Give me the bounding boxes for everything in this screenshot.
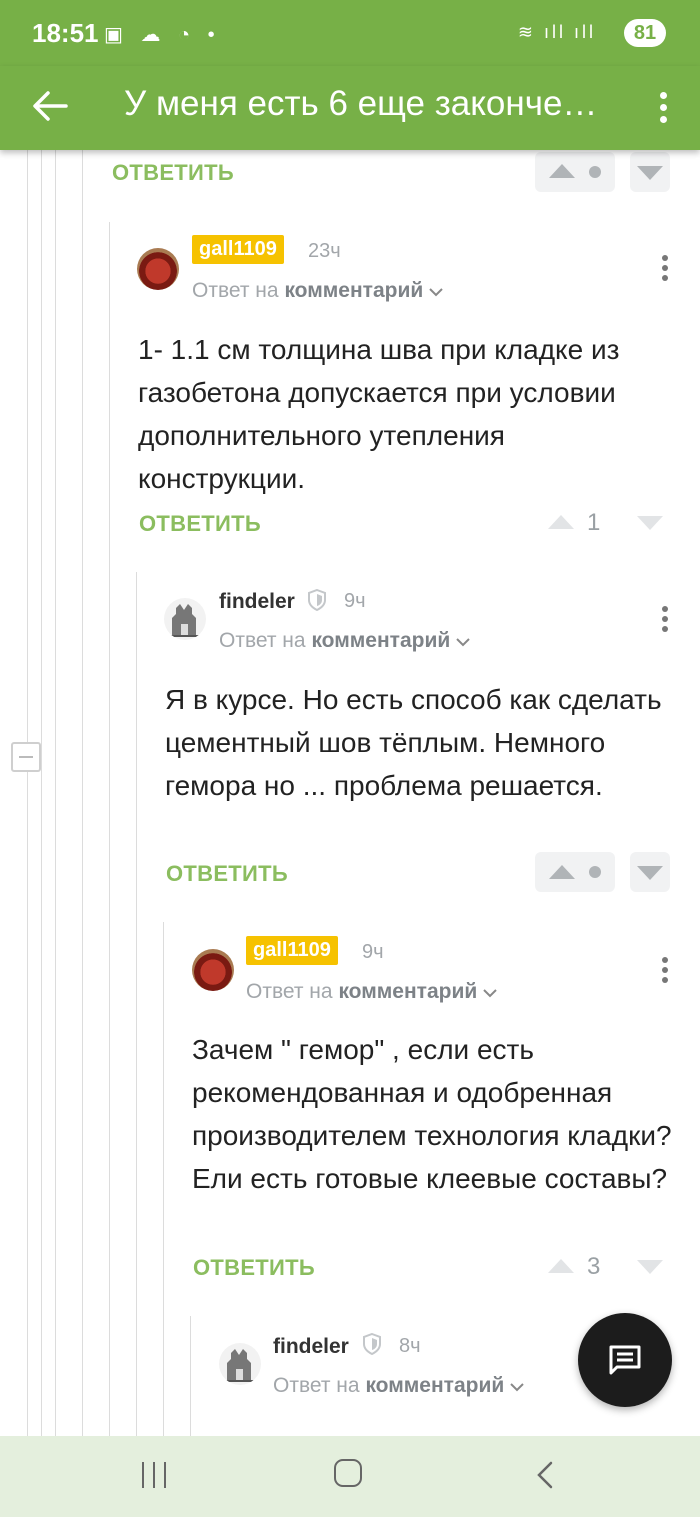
chevron-down-icon <box>456 638 470 647</box>
battery-badge: 81 <box>624 19 666 47</box>
comment-text: Я в курсе. Но есть способ как сделать це… <box>165 684 662 801</box>
rating-count: 1 <box>587 509 601 536</box>
back-nav-icon[interactable] <box>534 1460 556 1490</box>
reply-button[interactable]: ОТВЕТИТЬ <box>112 160 234 186</box>
home-button[interactable] <box>334 1459 362 1487</box>
chevron-down-icon <box>510 1383 524 1392</box>
reply-prefix: Ответ на <box>273 1374 360 1397</box>
triangle-down-icon[interactable] <box>637 866 663 880</box>
reply-to-label[interactable]: Ответ на комментарий <box>273 1374 524 1398</box>
app-bar: У меня есть 6 еще законче… <box>0 66 700 150</box>
triangle-up-icon[interactable] <box>549 164 575 178</box>
avatar[interactable] <box>137 248 179 290</box>
castle-avatar-icon <box>168 604 202 637</box>
thread-line <box>27 150 28 1436</box>
comment-time: 23ч <box>308 240 341 262</box>
reply-to-label[interactable]: Ответ на комментарий <box>219 629 470 653</box>
recent-apps-icon <box>142 1462 144 1488</box>
thread-line <box>41 150 42 1436</box>
back-button[interactable] <box>30 84 70 128</box>
collapse-thread-button[interactable] <box>11 742 41 772</box>
chat-icon <box>609 1345 641 1375</box>
triangle-up-icon[interactable] <box>549 865 575 879</box>
more-vert-icon <box>662 255 668 261</box>
shield-icon <box>308 589 326 611</box>
comment-fab-button[interactable] <box>578 1313 672 1407</box>
more-vert-icon <box>660 92 667 99</box>
more-menu-button[interactable] <box>648 86 678 130</box>
comment-time: 8ч <box>399 1335 421 1357</box>
reply-target: комментарий <box>365 1374 505 1397</box>
castle-avatar-icon <box>223 1349 257 1382</box>
vote-pill <box>535 152 615 192</box>
more-vert-icon <box>662 606 668 612</box>
comment-time: 9ч <box>362 941 384 963</box>
reply-button[interactable]: ОТВЕТИТЬ <box>166 861 288 887</box>
reply-prefix: Ответ на <box>219 629 306 652</box>
comment-menu-button[interactable] <box>655 252 675 282</box>
thread-line <box>190 1316 191 1436</box>
avatar[interactable] <box>219 1343 261 1385</box>
comment-menu-button[interactable] <box>655 954 675 984</box>
vote-dot <box>589 866 601 878</box>
thread-line <box>136 572 137 1436</box>
username[interactable]: findeler <box>273 1335 349 1359</box>
status-time: 18:51 <box>32 18 99 48</box>
system-nav-bar <box>0 1436 700 1517</box>
reply-button[interactable]: ОТВЕТИТЬ <box>139 511 261 537</box>
thread-line <box>109 222 110 1436</box>
thread-line <box>55 150 56 1436</box>
status-notification-icons: ▣ ☁ ◔ • <box>104 24 221 46</box>
username[interactable]: findeler <box>219 590 295 614</box>
status-bar: 18:51 ▣ ☁ ◔ • ≋ ıll ıll 81 <box>0 0 700 66</box>
vote-dot <box>589 166 601 178</box>
thread-line <box>82 150 83 1436</box>
avatar[interactable] <box>192 949 234 991</box>
vote-pill <box>535 852 615 892</box>
username-badge[interactable]: gall1109 <box>246 936 338 965</box>
reply-button[interactable]: ОТВЕТИТЬ <box>193 1255 315 1281</box>
recent-apps-button[interactable] <box>140 1462 168 1488</box>
triangle-down-icon[interactable] <box>637 1260 663 1274</box>
signal-icons: ≋ ıll ıll <box>517 22 596 42</box>
rating-count: 3 <box>587 1253 601 1280</box>
triangle-down-icon[interactable] <box>637 166 663 180</box>
triangle-up-icon[interactable] <box>548 515 574 529</box>
thread-line <box>163 922 164 1436</box>
more-vert-icon <box>662 957 668 963</box>
chevron-down-icon <box>429 288 443 297</box>
shield-icon <box>363 1333 381 1355</box>
reply-to-label[interactable]: Ответ на комментарий <box>192 279 443 303</box>
page-title: У меня есть 6 еще законче… <box>124 84 598 123</box>
reply-target: комментарий <box>284 279 424 302</box>
reply-to-label[interactable]: Ответ на комментарий <box>246 980 497 1004</box>
reply-prefix: Ответ на <box>192 279 279 302</box>
username-badge[interactable]: gall1109 <box>192 235 284 264</box>
comment-menu-button[interactable] <box>655 603 675 633</box>
triangle-down-icon[interactable] <box>637 516 663 530</box>
reply-prefix: Ответ на <box>246 980 333 1003</box>
comment-time: 9ч <box>344 590 366 612</box>
triangle-up-icon[interactable] <box>548 1259 574 1273</box>
reply-target: комментарий <box>338 980 478 1003</box>
comment-text: Зачем " гемор" , если есть рекомендованн… <box>192 1034 672 1194</box>
arrow-left-icon <box>33 91 68 121</box>
reply-target: комментарий <box>311 629 451 652</box>
chevron-down-icon <box>483 989 497 998</box>
comment-text: 1- 1.1 см толщина шва при кладке из газо… <box>138 334 620 494</box>
avatar[interactable] <box>164 598 206 640</box>
